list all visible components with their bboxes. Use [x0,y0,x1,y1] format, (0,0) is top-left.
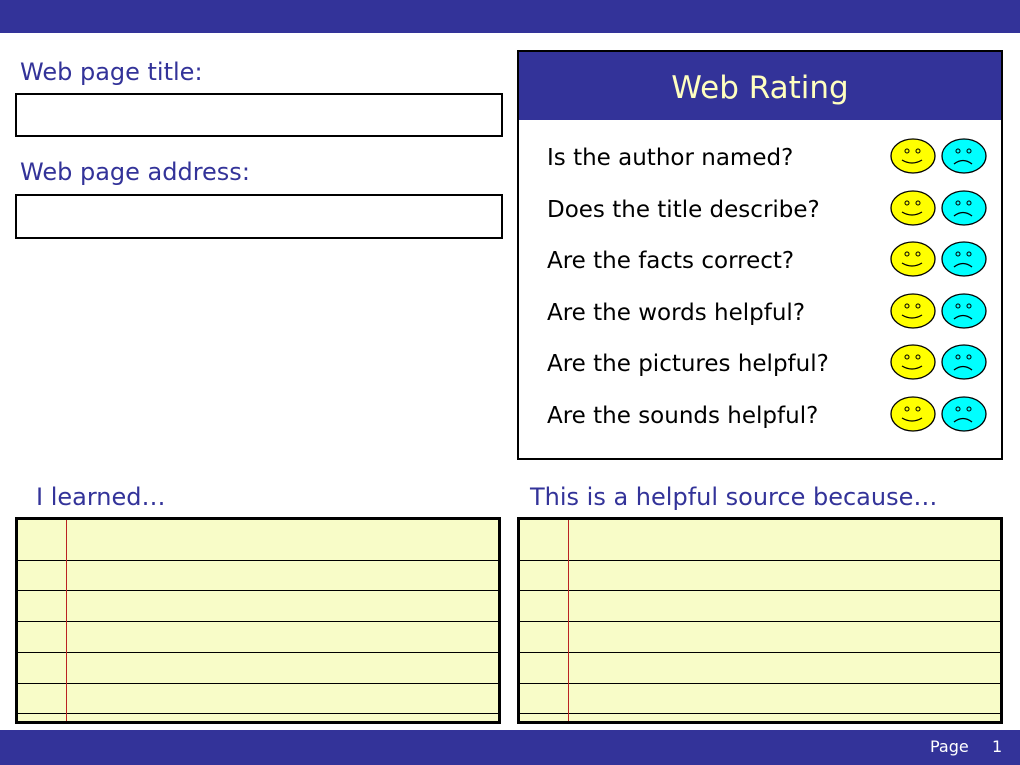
happy-face-icon[interactable] [890,240,936,278]
ruled-line [520,713,1000,714]
happy-face-icon[interactable] [890,189,936,227]
rating-question: Are the pictures helpful? [547,351,829,378]
bottom-bar [0,730,1020,765]
rating-question: Are the words helpful? [547,299,806,326]
helpful-label: This is a helpful source because… [530,483,938,511]
learned-label: I learned… [36,483,166,511]
rating-question: Is the author named? [547,145,794,171]
happy-face-icon[interactable] [890,137,936,175]
title-field[interactable] [15,93,503,137]
rating-question: Are the facts correct? [547,248,795,275]
sad-face-icon[interactable] [941,240,987,278]
ruled-line [18,652,498,653]
address-label: Web page address: [20,158,250,186]
page-number: 1 [992,737,1003,756]
helpful-notepad[interactable] [517,517,1003,724]
ruled-line [520,560,1000,561]
margin-line [66,520,67,721]
happy-face-icon[interactable] [890,292,936,330]
ruled-line [18,683,498,684]
top-bar [0,0,1020,33]
ruled-line [18,560,498,561]
web-rating-heading: Web Rating [519,52,1001,120]
sad-face-icon[interactable] [941,137,987,175]
sad-face-icon[interactable] [941,189,987,227]
rating-question: Are the sounds helpful? [547,403,819,429]
ruled-line [520,652,1000,653]
sad-face-icon[interactable] [941,395,987,433]
title-label: Web page title: [20,58,203,86]
ruled-line [18,621,498,622]
ruled-line [18,590,498,591]
margin-line [568,520,569,721]
ruled-line [520,590,1000,591]
rating-question: Does the title describe? [547,196,820,223]
happy-face-icon[interactable] [890,343,936,381]
happy-face-icon[interactable] [890,395,936,433]
ruled-line [520,683,1000,684]
web-rating-panel: Web Rating Is the author named? Does the … [517,50,1003,460]
sad-face-icon[interactable] [941,343,987,381]
ruled-line [520,621,1000,622]
page-label: Page [930,737,969,756]
sad-face-icon[interactable] [941,292,987,330]
ruled-line [18,713,498,714]
address-field[interactable] [15,194,503,239]
learned-notepad[interactable] [15,517,501,724]
